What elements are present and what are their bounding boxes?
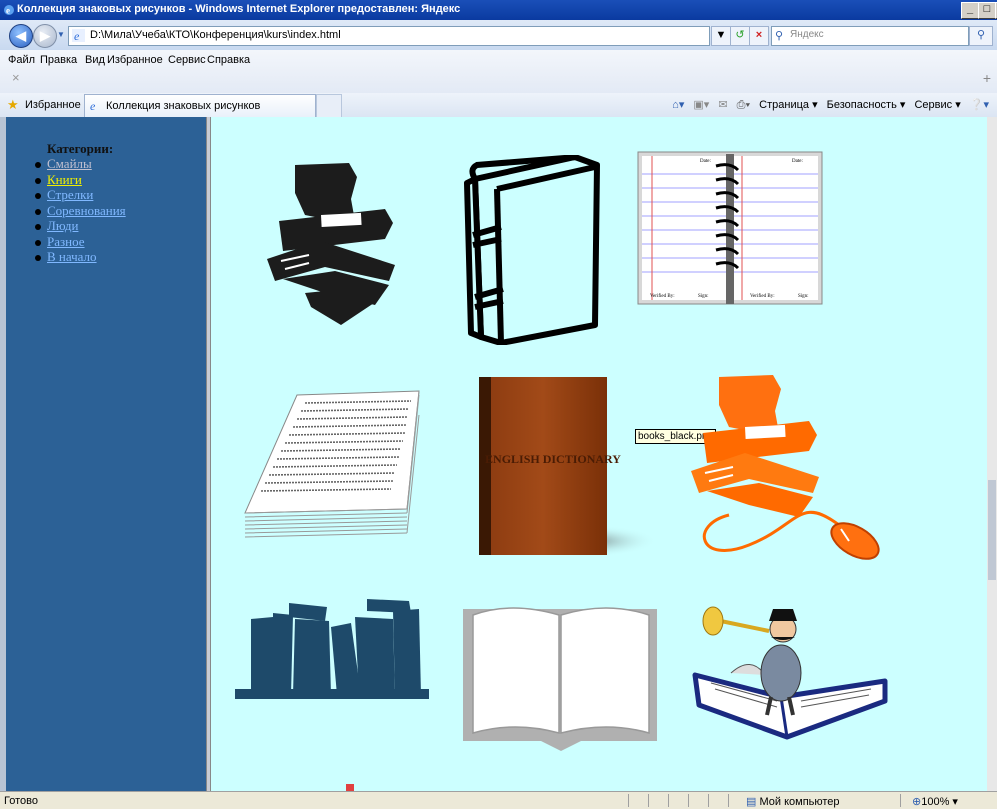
sidebar-link-misc[interactable]: Разное <box>47 234 85 249</box>
address-field[interactable]: e D:\Мила\Учеба\КТО\Конференция\kurs\ind… <box>68 26 710 46</box>
address-toolbar: ◀ ▶ ▼ e D:\Мила\Учеба\КТО\Конференция\ku… <box>0 20 997 50</box>
menu-help[interactable]: Справка <box>207 54 250 66</box>
category-list: Смайлы Книги Стрелки Соревнования Люди Р… <box>35 156 126 265</box>
notebook-sign-right: Sign: <box>798 294 809 299</box>
sidebar-link-competitions[interactable]: Соревнования <box>47 203 126 218</box>
favorites-bar: ★ Избранное e Коллекция знаковых рисунко… <box>0 93 997 118</box>
safety-menu[interactable]: Безопасность ▾ <box>827 98 906 111</box>
notebook-date-right: Date: <box>792 159 803 164</box>
close-toolbar-icon[interactable]: × <box>12 70 20 85</box>
dictionary-title: ENGLISH DICTIONARY <box>485 452 621 466</box>
maximize-button[interactable]: □ <box>978 2 996 19</box>
browser-window: e Коллекция знаковых рисунков - Windows … <box>0 0 997 809</box>
sidebar-link-home[interactable]: В начало <box>47 249 97 264</box>
notebook-verified-left: Verified By: <box>650 294 675 299</box>
tab-current[interactable]: e Коллекция знаковых рисунков <box>84 94 316 117</box>
book-outline-image[interactable] <box>457 155 605 345</box>
status-divider <box>688 794 689 807</box>
status-bar: Готово ▤ Мой компьютер ⊕100% ▾ <box>0 791 997 809</box>
mail-icon[interactable]: ✉ <box>718 98 727 111</box>
bookshelf-silhouette-image[interactable] <box>233 597 431 703</box>
open-book-gray-image[interactable] <box>461 603 659 751</box>
window-title: Коллекция знаковых рисунков - Windows In… <box>17 3 461 15</box>
notebook-sign-left: Sign: <box>698 294 709 299</box>
add-icon[interactable]: + <box>983 70 991 86</box>
menu-favorites[interactable]: Избранное <box>107 54 163 66</box>
sidebar-item-books: Книги <box>35 172 126 188</box>
status-divider <box>668 794 669 807</box>
search-button[interactable]: ⚲ <box>969 26 993 46</box>
scrollbar-thumb[interactable] <box>988 480 996 580</box>
spiral-notebook-image[interactable]: Date: Date: Verified By: Sign: Verified … <box>636 150 824 306</box>
stop-icon[interactable]: × <box>749 26 769 46</box>
status-divider <box>708 794 709 807</box>
sidebar-link-books[interactable]: Книги <box>47 172 82 187</box>
print-icon[interactable]: ⎙▾ <box>737 99 750 112</box>
tools-menu[interactable]: Сервис ▾ <box>914 98 960 111</box>
minimize-button[interactable]: _ <box>961 2 979 19</box>
sidebar-item-competitions: Соревнования <box>35 203 126 219</box>
notebook-date-left: Date: <box>700 159 711 164</box>
menu-file[interactable]: Файл <box>8 54 35 66</box>
zoom-icon: ⊕ <box>912 796 922 808</box>
status-divider <box>648 794 649 807</box>
books-black-stack-image[interactable] <box>265 163 397 325</box>
status-text: Готово <box>4 795 38 807</box>
menu-edit[interactable]: Правка <box>40 54 77 66</box>
sidebar-item-smileys: Смайлы <box>35 156 126 172</box>
menu-tools[interactable]: Сервис <box>168 54 206 66</box>
address-url: D:\Мила\Учеба\КТО\Конференция\kurs\index… <box>90 29 341 41</box>
zoom-control[interactable]: ⊕100% ▾ <box>912 795 958 808</box>
gallery-frame: books_black.png Date: Date: Verified By:… <box>211 117 987 791</box>
notebook-verified-right: Verified By: <box>750 294 775 299</box>
svg-text:e: e <box>90 99 96 112</box>
address-dropdown-button[interactable]: ▼ <box>711 26 731 46</box>
paper-stack-image[interactable] <box>241 389 421 539</box>
search-placeholder: Яндекс <box>790 29 824 40</box>
sidebar-item-misc: Разное <box>35 234 126 250</box>
sidebar-item-home: В начало <box>35 249 126 265</box>
new-tab-button[interactable] <box>316 94 342 117</box>
status-divider <box>628 794 629 807</box>
menu-bar: Файл Правка Вид Избранное Сервис Справка… <box>0 50 997 94</box>
english-dictionary-image[interactable]: ENGLISH DICTIONARY <box>477 375 657 561</box>
favorites-button[interactable]: Избранное <box>25 99 81 111</box>
home-icon[interactable]: ⌂▾ <box>672 98 684 111</box>
svg-text:e: e <box>74 29 80 42</box>
books-mouse-orange-image[interactable] <box>689 375 889 565</box>
forward-button[interactable]: ▶ <box>33 24 57 48</box>
computer-icon: ▤ <box>746 796 757 808</box>
page-menu[interactable]: Страница ▾ <box>759 98 817 111</box>
zone-label: Мой компьютер <box>759 796 840 808</box>
zone-indicator: ▤ Мой компьютер <box>746 795 840 808</box>
trumpeter-on-book-image[interactable] <box>691 597 889 743</box>
sidebar-item-arrows: Стрелки <box>35 187 126 203</box>
sidebar-item-people: Люди <box>35 218 126 234</box>
command-bar: ⌂▾ ▣▾ ✉ ⎙▾ Страница ▾ Безопасность ▾ Сер… <box>666 98 989 112</box>
search-input[interactable]: ⚲ Яндекс <box>771 26 969 46</box>
help-icon[interactable]: ❔▾ <box>970 98 989 111</box>
red-marker <box>346 784 354 791</box>
sidebar-link-smileys[interactable]: Смайлы <box>47 156 92 171</box>
svg-text:e: e <box>6 6 10 16</box>
search-icon: ⚲ <box>775 30 784 42</box>
sidebar-link-arrows[interactable]: Стрелки <box>47 187 93 202</box>
status-divider <box>728 794 729 807</box>
menu-view[interactable]: Вид <box>85 54 105 66</box>
page-ie-icon: e <box>72 29 85 42</box>
zoom-value: 100% <box>921 796 950 808</box>
feeds-icon[interactable]: ▣▾ <box>693 98 709 111</box>
sidebar-link-people[interactable]: Люди <box>47 218 78 233</box>
status-divider <box>900 794 901 807</box>
title-bar: e Коллекция знаковых рисунков - Windows … <box>0 0 997 20</box>
ie-logo-icon: e <box>4 5 14 16</box>
sidebar-heading: Категории: <box>47 141 114 156</box>
favorites-star-icon[interactable]: ★ <box>7 97 19 113</box>
history-dropdown-icon[interactable]: ▼ <box>57 30 65 39</box>
refresh-icon[interactable]: ↺ <box>730 26 750 46</box>
vertical-scrollbar[interactable] <box>987 117 997 791</box>
back-button[interactable]: ◀ <box>9 24 33 48</box>
tab-title: Коллекция знаковых рисунков <box>106 100 261 112</box>
tab-ie-icon: e <box>90 99 96 112</box>
